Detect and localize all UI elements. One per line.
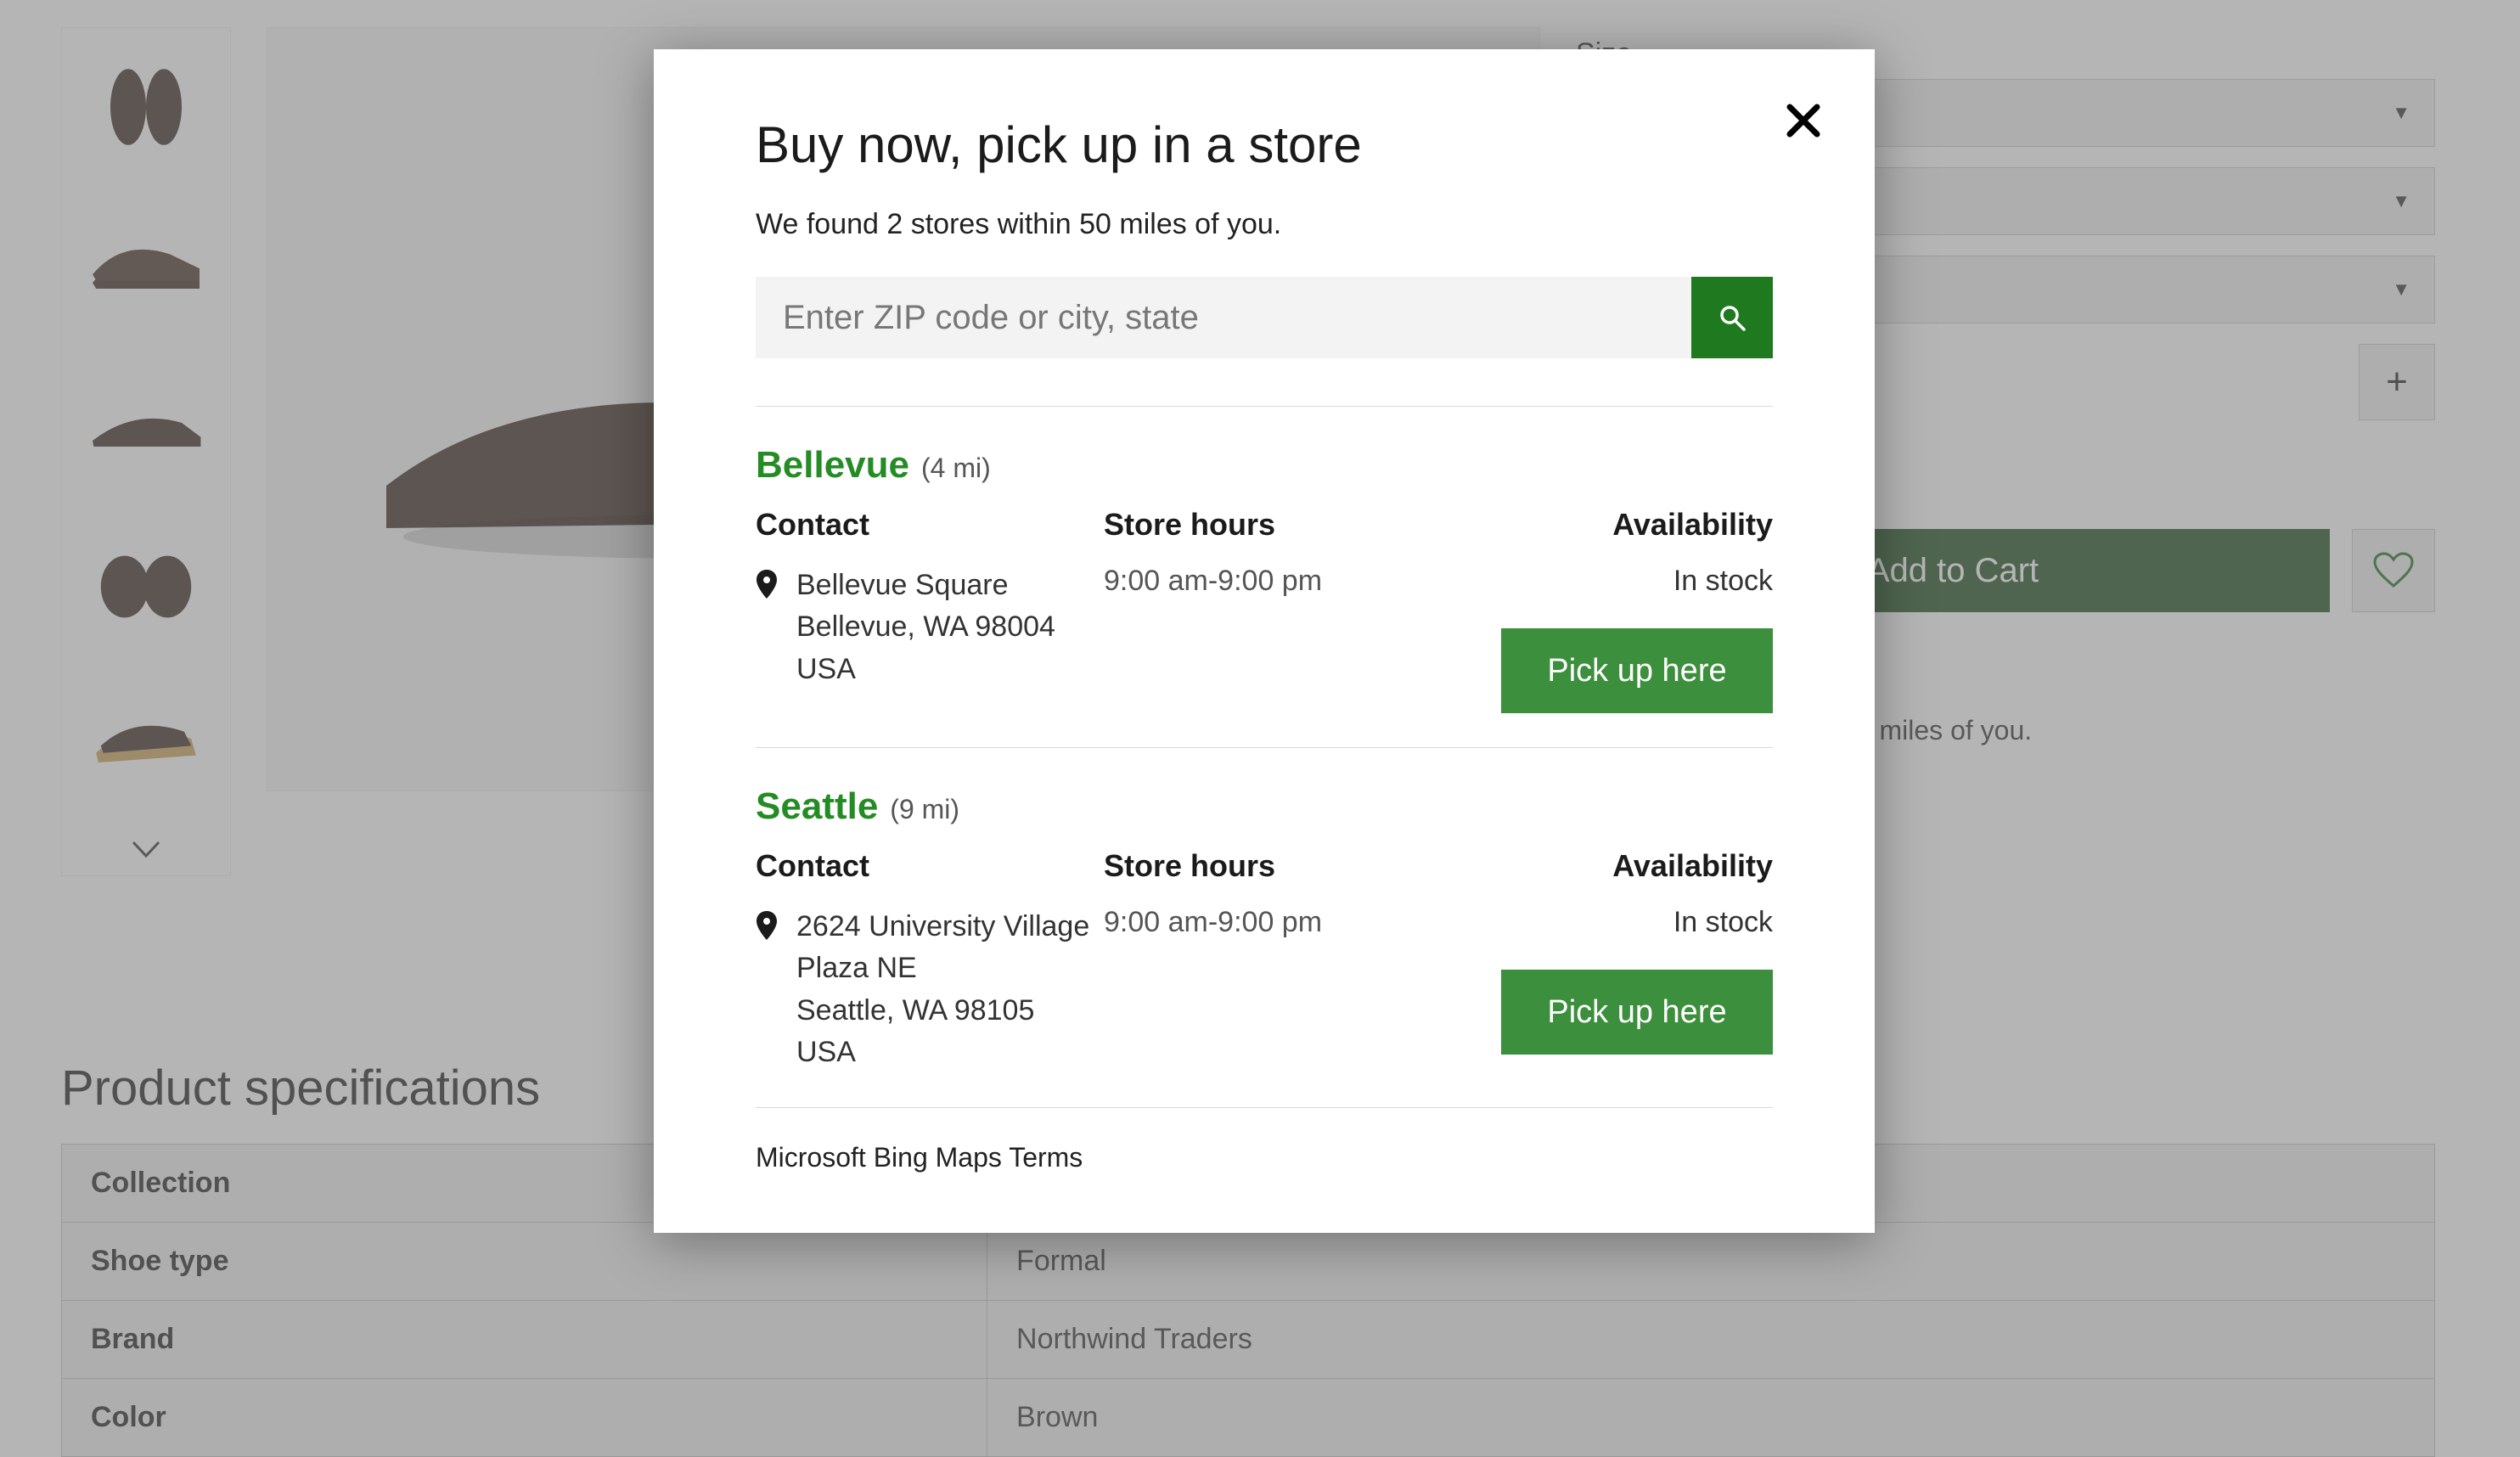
map-pin-icon <box>756 565 778 603</box>
hours-header: Store hours <box>1104 848 1493 884</box>
close-icon <box>1785 102 1822 139</box>
bing-maps-terms-link[interactable]: Microsoft Bing Maps Terms <box>756 1142 1083 1173</box>
store-result: Seattle (9 mi) Contact 2624 University V… <box>756 748 1773 1107</box>
store-distance: (9 mi) <box>890 794 959 825</box>
modal-title: Buy now, pick up in a store <box>756 115 1773 174</box>
search-icon <box>1718 303 1747 332</box>
store-result: Bellevue (4 mi) Contact Bellevue Square … <box>756 407 1773 747</box>
zip-search-input[interactable] <box>756 277 1691 358</box>
availability-header: Availability <box>1612 848 1773 884</box>
store-hours: 9:00 am-9:00 pm <box>1104 906 1493 939</box>
contact-header: Contact <box>756 848 1104 884</box>
store-availability: In stock <box>1673 565 1773 598</box>
store-search <box>756 277 1773 358</box>
stores-found-text: We found 2 stores within 50 miles of you… <box>756 208 1773 241</box>
store-name[interactable]: Seattle <box>756 785 878 828</box>
store-pickup-modal: Buy now, pick up in a store We found 2 s… <box>654 49 1875 1233</box>
pick-up-here-button[interactable]: Pick up here <box>1501 970 1773 1055</box>
pick-up-here-button[interactable]: Pick up here <box>1501 628 1773 713</box>
store-availability: In stock <box>1673 906 1773 939</box>
map-pin-icon <box>756 906 778 944</box>
zip-search-button[interactable] <box>1691 277 1773 358</box>
store-distance: (4 mi) <box>921 453 991 484</box>
hours-header: Store hours <box>1104 507 1493 543</box>
store-address: Bellevue Square Bellevue, WA 98004 USA <box>796 565 1055 690</box>
store-name[interactable]: Bellevue <box>756 444 909 487</box>
store-hours: 9:00 am-9:00 pm <box>1104 565 1493 598</box>
availability-header: Availability <box>1612 507 1773 543</box>
contact-header: Contact <box>756 507 1104 543</box>
store-address: 2624 University Village Plaza NE Seattle… <box>796 906 1104 1073</box>
close-button[interactable] <box>1785 102 1822 143</box>
